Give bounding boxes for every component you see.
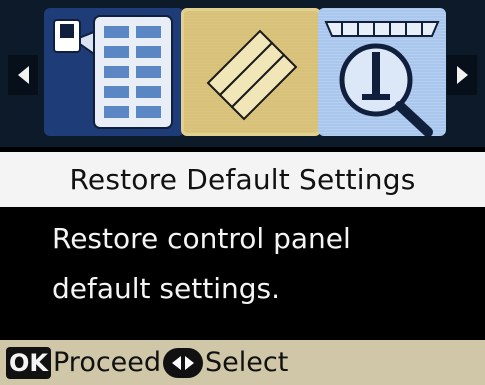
right-arrow-icon [456,66,468,84]
menu-carousel [0,0,485,147]
photo-sheet-icon [53,15,173,129]
left-right-keys-icon[interactable] [163,347,204,378]
select-hint: Select [205,347,289,378]
menu-title: Restore Default Settings [69,163,416,196]
scroll-right-arrow[interactable] [447,55,477,95]
menu-title-bar: Restore Default Settings [0,152,485,207]
description-area: Restore control panel default settings. [0,210,485,340]
printer-lcd-screen: Restore Default Settings Restore control… [0,0,485,385]
ok-key-icon[interactable]: OK [6,346,51,379]
description-line-1: Restore control panel [52,222,351,255]
menu-tile-cleaning[interactable] [181,8,321,136]
scroll-left-arrow[interactable] [8,55,38,95]
menu-tile-nozzle-check[interactable] [318,8,446,136]
menu-tile-photo-sheet[interactable] [44,8,184,136]
left-arrow-icon [17,66,29,84]
button-hint-bar: OK Proceed Select [0,340,485,385]
proceed-hint: Proceed [53,347,162,378]
cleaning-brush-icon [206,29,298,121]
nozzle-check-magnifier-icon [324,21,440,136]
description-line-2: default settings. [52,272,280,305]
mini-left-arrow-icon [172,355,182,370]
mini-right-arrow-icon [185,355,195,370]
